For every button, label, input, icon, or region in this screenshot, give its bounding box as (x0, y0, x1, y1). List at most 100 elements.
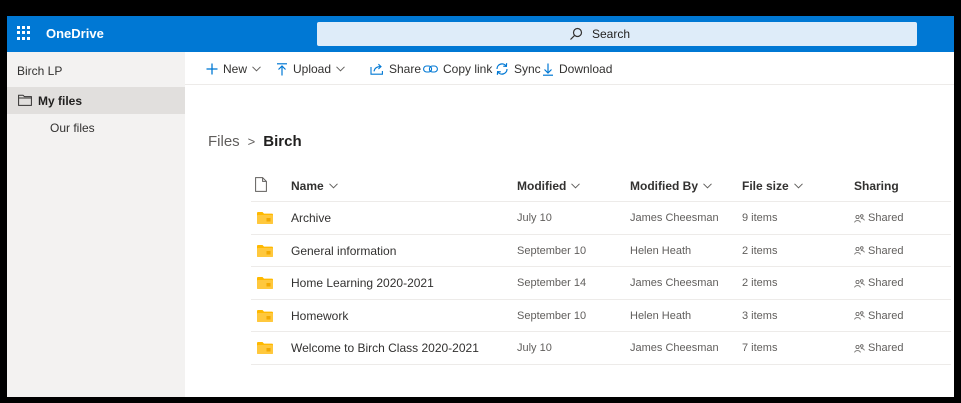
upload-label: Upload (293, 62, 332, 76)
file-name[interactable]: Archive (291, 211, 331, 225)
download-label: Download (559, 62, 613, 76)
command-bar: New Upload Share Copy link Sync Download (185, 52, 954, 85)
file-name[interactable]: Home Learning 2020-2021 (291, 276, 434, 290)
new-label: New (223, 62, 248, 76)
sharing-status: Shared (854, 342, 903, 354)
table-row[interactable]: Home Learning 2020-2021 September 14 Jam… (251, 267, 951, 300)
app-title[interactable]: OneDrive (46, 26, 104, 41)
chevron-down-icon (571, 183, 581, 189)
file-name[interactable]: Homework (291, 309, 348, 323)
sync-button[interactable]: Sync (495, 61, 541, 77)
modified-date: July 10 (517, 212, 552, 224)
modified-by: James Cheesman (630, 342, 719, 354)
search-input[interactable]: Search (592, 27, 630, 41)
column-header-file-size[interactable]: File size (742, 179, 803, 193)
table-row[interactable]: General information September 10 Helen H… (251, 235, 951, 267)
folder-icon (257, 212, 273, 224)
people-icon (854, 343, 865, 353)
modified-date: September 10 (517, 244, 587, 257)
chevron-down-icon (328, 183, 338, 189)
chevron-down-icon (252, 66, 261, 72)
column-header-sharing[interactable]: Sharing (854, 179, 899, 193)
chevron-down-icon (793, 183, 803, 189)
onedrive-window: OneDrive Search Birch LP My files Our fi… (7, 16, 954, 397)
modified-by: James Cheesman (630, 212, 719, 224)
folder-icon (18, 94, 32, 106)
download-button[interactable]: Download (542, 61, 612, 77)
file-size: 7 items (742, 342, 778, 354)
app-header: OneDrive Search (7, 16, 954, 52)
people-icon (854, 246, 865, 255)
folder-icon (257, 309, 273, 322)
nav-item-label: My files (38, 94, 83, 108)
table-row[interactable]: Archive July 10 James Cheesman 9 items S… (251, 202, 951, 235)
share-icon (370, 63, 383, 75)
breadcrumb-separator: > (247, 134, 256, 149)
left-navigation: Birch LP My files Our files (7, 52, 185, 397)
chevron-down-icon (336, 66, 345, 72)
column-label: Sharing (854, 179, 899, 193)
nav-item-our-files[interactable]: Our files (50, 121, 95, 135)
sharing-label: Shared (868, 309, 904, 322)
sharing-label: Shared (868, 342, 904, 354)
sharing-status: Shared (854, 310, 903, 322)
modified-date: September 14 (517, 277, 587, 289)
table-row[interactable]: Welcome to Birch Class 2020-2021 July 10… (251, 332, 951, 365)
column-header-modified[interactable]: Modified (517, 179, 581, 193)
file-name[interactable]: Welcome to Birch Class 2020-2021 (291, 341, 479, 355)
file-list-header: Name Modified Modified By File size Shar… (251, 168, 951, 202)
column-label: Modified By (630, 179, 698, 193)
breadcrumb-current: Birch (263, 133, 302, 150)
upload-icon (277, 62, 287, 75)
file-name[interactable]: General information (291, 244, 396, 258)
download-icon (543, 63, 553, 76)
sharing-status: Shared (854, 277, 903, 289)
chevron-down-icon (703, 183, 712, 189)
sync-label: Sync (514, 62, 541, 76)
sharing-status: Shared (854, 245, 903, 257)
file-size: 2 items (742, 277, 778, 289)
file-type-icon[interactable] (255, 177, 267, 192)
plus-icon (206, 63, 218, 75)
modified-by: Helen Heath (630, 244, 692, 257)
search-icon (570, 27, 583, 40)
link-icon (423, 65, 438, 73)
modified-date: July 10 (517, 342, 552, 354)
nav-item-my-files[interactable]: My files (7, 87, 185, 114)
column-header-modified-by[interactable]: Modified By (630, 179, 712, 193)
file-size: 3 items (742, 309, 778, 322)
modified-date: September 10 (517, 309, 587, 322)
file-size: 9 items (742, 212, 778, 224)
folder-icon (257, 244, 273, 257)
file-size: 2 items (742, 244, 778, 257)
sharing-label: Shared (868, 244, 904, 257)
column-label: Modified (517, 179, 567, 193)
app-launcher-icon[interactable] (17, 26, 31, 40)
share-button[interactable]: Share (370, 61, 421, 77)
people-icon (854, 213, 865, 223)
sharing-label: Shared (868, 277, 904, 289)
breadcrumb-root[interactable]: Files (208, 133, 240, 150)
modified-by: Helen Heath (630, 309, 692, 322)
people-icon (854, 311, 865, 320)
file-list: Name Modified Modified By File size Shar… (251, 168, 951, 365)
copy-link-label: Copy link (443, 62, 493, 76)
sharing-label: Shared (868, 212, 904, 224)
sync-icon (496, 63, 508, 75)
upload-button[interactable]: Upload (276, 61, 350, 77)
sharing-status: Shared (854, 212, 903, 224)
breadcrumb: Files > Birch (208, 133, 302, 150)
people-icon (854, 278, 865, 288)
table-row[interactable]: Homework September 10 Helen Heath 3 item… (251, 300, 951, 332)
modified-by: James Cheesman (630, 277, 719, 289)
column-label: File size (742, 179, 789, 193)
column-header-name[interactable]: Name (291, 179, 338, 193)
folder-icon (257, 342, 273, 354)
new-button[interactable]: New (206, 61, 266, 77)
search-box[interactable]: Search (317, 22, 917, 46)
folder-icon (257, 277, 273, 289)
share-label: Share (389, 62, 422, 76)
org-name[interactable]: Birch LP (17, 64, 62, 78)
column-label: Name (291, 179, 324, 193)
copy-link-button[interactable]: Copy link (423, 61, 492, 77)
